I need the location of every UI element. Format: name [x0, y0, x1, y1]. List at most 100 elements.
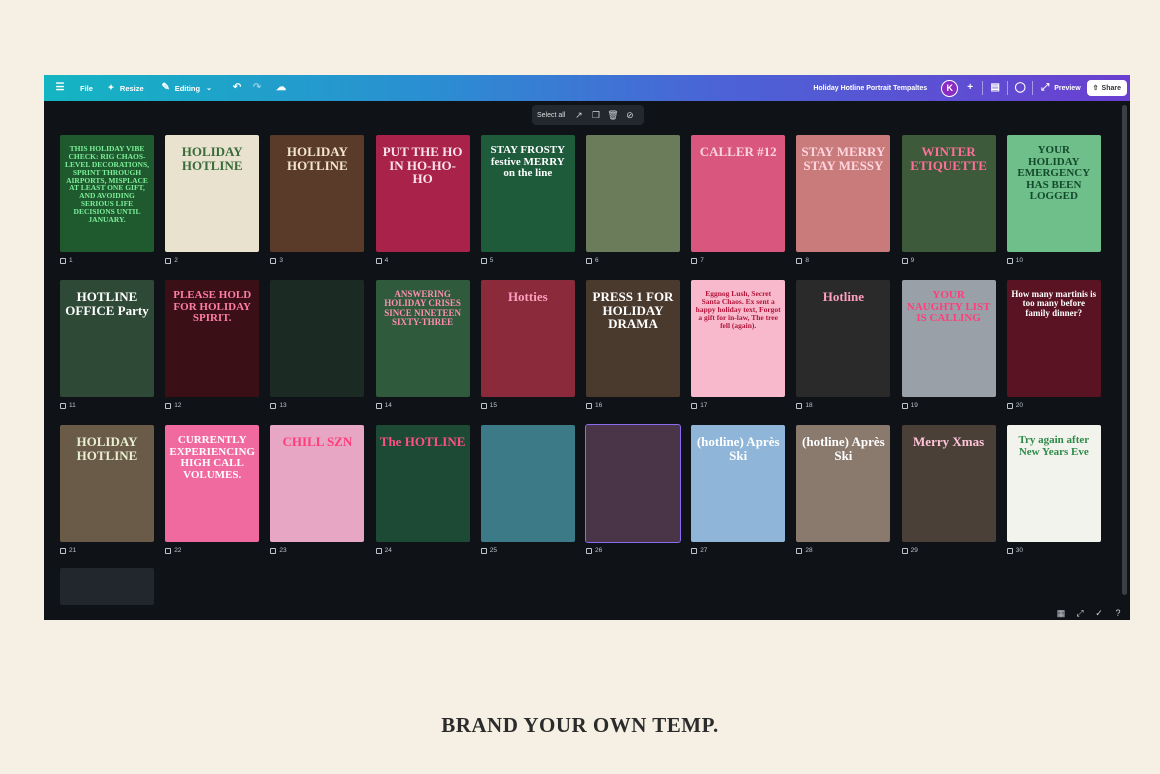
page-number-label[interactable]: 28: [796, 547, 813, 554]
page-number-label[interactable]: 3: [270, 257, 283, 264]
page-checkbox[interactable]: [480, 547, 487, 554]
page-number-label[interactable]: 2: [165, 257, 178, 264]
page-number-label[interactable]: 8: [796, 257, 809, 264]
page-thumbnail[interactable]: STAY MERRY STAY MESSY: [796, 135, 891, 252]
page-number-label[interactable]: 24: [375, 547, 392, 554]
help-icon[interactable]: ?: [1112, 607, 1124, 619]
page-checkbox[interactable]: [270, 402, 277, 409]
page-number-label[interactable]: 23: [270, 547, 287, 554]
page-thumbnail[interactable]: [480, 425, 575, 542]
page-thumbnail[interactable]: The HOTLINE: [375, 425, 470, 542]
page-number-label[interactable]: 13: [270, 402, 287, 409]
page-number-label[interactable]: 27: [691, 547, 707, 554]
grid-view-icon[interactable]: ▦: [1055, 607, 1067, 619]
page-thumbnail[interactable]: Eggnog Lush, Secret Santa Chaos. Ex sent…: [691, 280, 786, 397]
page-checkbox[interactable]: [796, 257, 803, 264]
page-thumbnail[interactable]: PUT THE HO IN HO-HO-HO: [375, 135, 470, 252]
hide-icon[interactable]: ⊘: [623, 109, 636, 122]
fullscreen-icon[interactable]: ⤢: [1074, 607, 1086, 619]
page-checkbox[interactable]: [60, 547, 66, 554]
undo-button[interactable]: ↶: [231, 82, 243, 94]
page-checkbox[interactable]: [60, 257, 66, 264]
page-checkbox[interactable]: [480, 257, 487, 264]
page-number-label[interactable]: 5: [480, 257, 493, 264]
page-thumbnail[interactable]: [586, 135, 680, 252]
page-thumbnail[interactable]: PLEASE HOLD FOR HOLIDAY SPIRIT.: [165, 280, 260, 397]
page-thumbnail[interactable]: HOLIDAY HOTLINE: [165, 135, 260, 252]
page-thumbnail[interactable]: YOUR NAUGHTY LIST IS CALLING: [901, 280, 996, 397]
page-number-label[interactable]: 20: [1006, 402, 1023, 409]
page-checkbox[interactable]: [270, 257, 277, 264]
page-thumbnail[interactable]: [270, 280, 365, 397]
page-checkbox[interactable]: [796, 547, 803, 554]
page-checkbox[interactable]: [901, 547, 908, 554]
page-number-label[interactable]: 22: [165, 547, 181, 554]
page-thumbnail[interactable]: HOTLINE OFFICE Party: [60, 280, 154, 397]
page-checkbox[interactable]: [270, 547, 277, 554]
page-checkbox[interactable]: [901, 257, 908, 264]
page-number-label[interactable]: 4: [375, 257, 388, 264]
page-number-label[interactable]: 18: [796, 402, 813, 409]
comment-icon[interactable]: ◯: [1014, 82, 1026, 94]
select-all-button[interactable]: Select all: [537, 112, 565, 119]
page-thumbnail[interactable]: Try again after New Years Eve: [1006, 425, 1101, 542]
page-number-label[interactable]: 16: [586, 402, 602, 409]
page-number-label[interactable]: 21: [60, 547, 76, 554]
page-thumbnail[interactable]: CURRENTLY EXPERIENCING HIGH CALL VOLUMES…: [165, 425, 260, 542]
page-thumbnail[interactable]: (hotline) Après Ski: [796, 425, 891, 542]
page-number-label[interactable]: 6: [586, 257, 599, 264]
page-checkbox[interactable]: [165, 547, 172, 554]
page-checkbox[interactable]: [691, 547, 698, 554]
page-number-label[interactable]: 30: [1006, 547, 1023, 554]
page-checkbox[interactable]: [480, 402, 487, 409]
share-button[interactable]: ⇧ Share: [1086, 80, 1127, 96]
page-number-label[interactable]: 12: [165, 402, 181, 409]
page-checkbox[interactable]: [901, 402, 908, 409]
page-number-label[interactable]: 15: [480, 402, 497, 409]
export-icon[interactable]: ↗: [572, 109, 585, 122]
editing-dropdown[interactable]: ✎ Editing ⌄: [160, 82, 215, 94]
page-thumbnail[interactable]: WINTER ETIQUETTE: [901, 135, 996, 252]
menu-button[interactable]: ☰: [54, 82, 66, 94]
page-checkbox[interactable]: [1006, 547, 1013, 554]
page-number-label[interactable]: 7: [691, 257, 704, 264]
page-thumbnail[interactable]: PRESS 1 FOR HOLIDAY DRAMA: [586, 280, 680, 397]
page-thumbnail[interactable]: Hotties: [480, 280, 575, 397]
page-thumbnail[interactable]: How many martinis is too many before fam…: [1006, 280, 1101, 397]
page-number-label[interactable]: 26: [586, 547, 602, 554]
page-checkbox[interactable]: [1006, 257, 1013, 264]
add-page-placeholder[interactable]: [60, 568, 154, 605]
insights-chart-icon[interactable]: ▤: [989, 82, 1001, 94]
page-number-label[interactable]: 14: [375, 402, 392, 409]
page-thumbnail[interactable]: Merry Xmas: [901, 425, 996, 542]
page-thumbnail[interactable]: CALLER #12: [691, 135, 786, 252]
page-thumbnail[interactable]: CHILL SZN: [270, 425, 365, 542]
page-checkbox[interactable]: [586, 402, 592, 409]
page-checkbox[interactable]: [796, 402, 803, 409]
cloud-save-button[interactable]: ☁: [275, 82, 287, 94]
page-thumbnail[interactable]: HOLIDAY HOTLINE: [270, 135, 365, 252]
page-number-label[interactable]: 25: [480, 547, 497, 554]
page-checkbox[interactable]: [586, 547, 592, 554]
page-checkbox[interactable]: [165, 257, 172, 264]
redo-button[interactable]: ↷: [251, 82, 263, 94]
page-number-label[interactable]: 17: [691, 402, 707, 409]
page-number-label[interactable]: 29: [901, 547, 918, 554]
page-thumbnail[interactable]: (hotline) Après Ski: [691, 425, 786, 542]
page-checkbox[interactable]: [375, 257, 382, 264]
page-thumbnail[interactable]: Hotline: [796, 280, 891, 397]
page-checkbox[interactable]: [60, 402, 66, 409]
page-number-label[interactable]: 19: [901, 402, 918, 409]
trash-icon[interactable]: 🗑: [606, 109, 619, 122]
page-thumbnail[interactable]: STAY FROSTY festive MERRY on the line: [480, 135, 575, 252]
preview-button[interactable]: ⤢ Preview: [1039, 82, 1080, 94]
resize-button[interactable]: ✦ Resize: [105, 82, 144, 94]
page-checkbox[interactable]: [375, 402, 382, 409]
page-number-label[interactable]: 1: [60, 257, 73, 264]
page-thumbnail[interactable]: THIS HOLIDAY VIBE CHECK: RIG CHAOS-LEVEL…: [60, 135, 154, 252]
check-circle-icon[interactable]: ✓: [1093, 607, 1105, 619]
page-checkbox[interactable]: [691, 402, 698, 409]
page-checkbox[interactable]: [586, 257, 592, 264]
document-title[interactable]: Holiday Hotline Portrait Tempaltes: [813, 85, 927, 92]
avatar[interactable]: K: [941, 79, 959, 97]
